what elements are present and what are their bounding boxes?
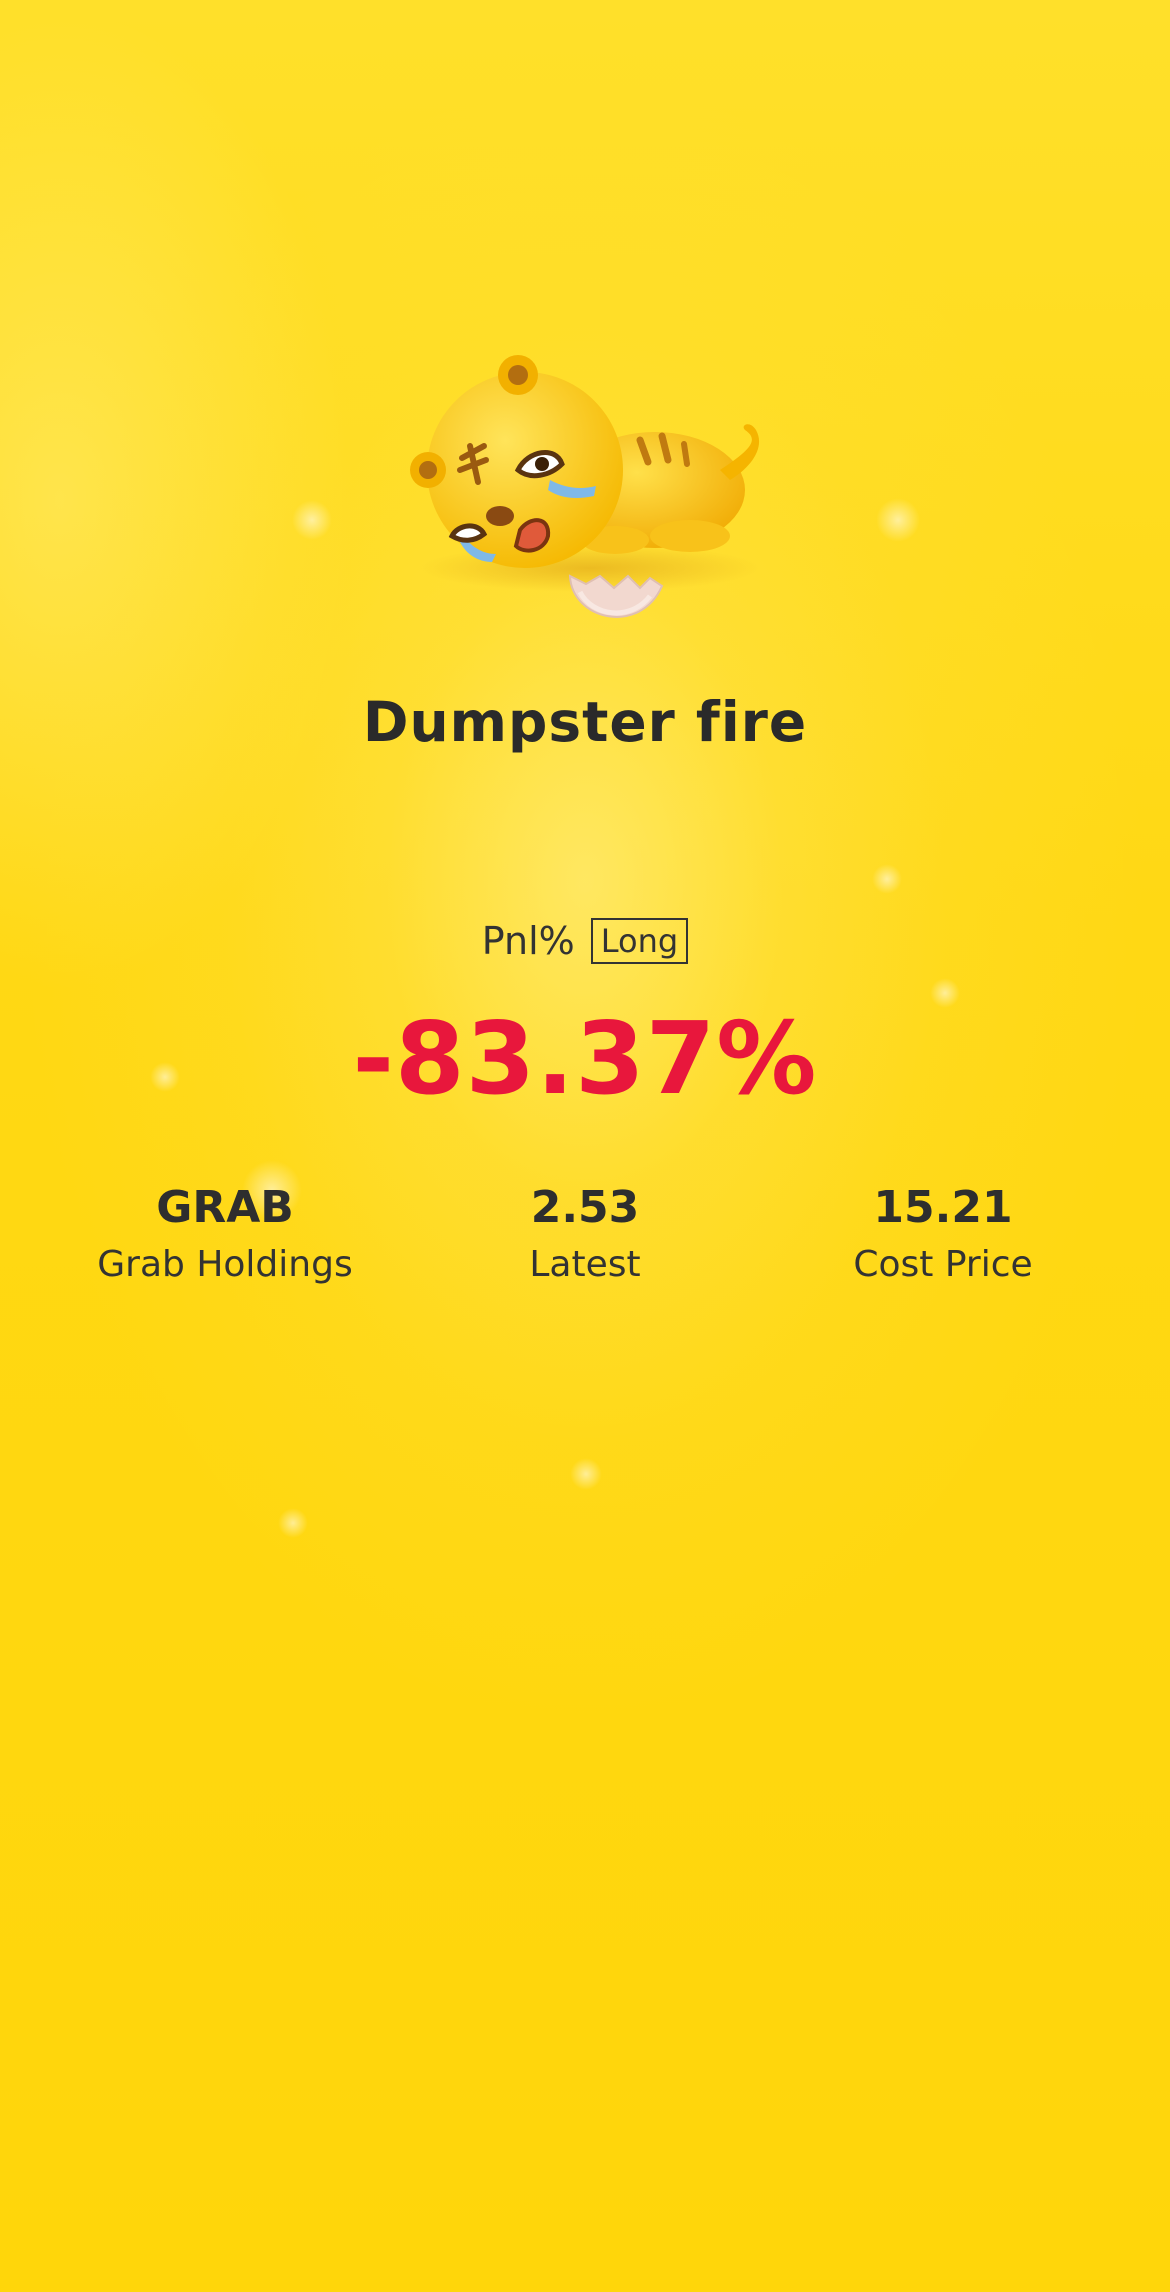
pnl-percent-value: -83.37% bbox=[352, 1000, 818, 1117]
sparkle-icon bbox=[292, 500, 332, 540]
crying-tiger-mascot-icon bbox=[410, 355, 760, 618]
sparkle-icon bbox=[876, 498, 920, 542]
stat-cost: 15.21 Cost Price bbox=[773, 1180, 1113, 1294]
cost-price-label: Cost Price bbox=[853, 1244, 1033, 1285]
stats-row: GRAB Grab Holdings 2.53 Latest 15.21 Cos… bbox=[0, 1180, 1170, 1300]
latest-price-label: Latest bbox=[529, 1244, 641, 1285]
cost-price-value: 15.21 bbox=[873, 1182, 1013, 1233]
sparkle-icon bbox=[570, 1458, 602, 1490]
company-name: Grab Holdings bbox=[97, 1244, 353, 1285]
page-title: Dumpster fire bbox=[362, 690, 808, 754]
position-direction-badge: Long bbox=[590, 918, 689, 964]
sparkle-icon bbox=[278, 1508, 308, 1538]
stat-latest: 2.53 Latest bbox=[415, 1180, 755, 1294]
ticker-symbol: GRAB bbox=[156, 1182, 294, 1233]
pnl-label: Pnl% bbox=[481, 919, 575, 963]
sparkle-icon bbox=[872, 864, 902, 894]
stat-ticker: GRAB Grab Holdings bbox=[55, 1180, 395, 1294]
pnl-header: Pnl% Long bbox=[0, 918, 1170, 964]
latest-price-value: 2.53 bbox=[530, 1182, 640, 1233]
